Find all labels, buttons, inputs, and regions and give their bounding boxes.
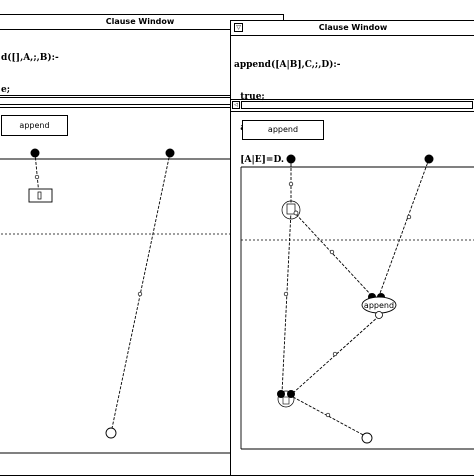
- right-clause-line-1: append([A|B],C,;,D):-: [234, 60, 341, 70]
- append-out-port: [375, 311, 383, 319]
- head-cons-port-1: [293, 210, 299, 216]
- right-bottom-open-node: [361, 432, 373, 444]
- left-window-title: Clause Window: [105, 17, 175, 26]
- bottom-unify-box: [282, 396, 290, 405]
- append-goal-label: append: [364, 301, 394, 310]
- edge-head-to-bottom: [281, 210, 292, 394]
- left-append-button[interactable]: append: [1, 115, 68, 136]
- left-append-button-label: append: [19, 121, 50, 130]
- marker-4: [283, 291, 289, 297]
- right-window-title: Clause Window: [318, 23, 388, 32]
- left-small-box-inner: [37, 191, 42, 200]
- edge-top-right-to-append: [378, 158, 430, 297]
- marker-2: [406, 214, 412, 220]
- marker-5: [332, 351, 338, 357]
- right-append-button[interactable]: append: [242, 120, 324, 140]
- right-window-titlebar[interactable]: Clause Window: [231, 21, 474, 36]
- right-horizontal-scrollbar[interactable]: [241, 101, 473, 109]
- left-top-node-1: [30, 148, 40, 158]
- right-scroll-divider: [231, 111, 474, 112]
- right-graph-canvas: append: [240, 154, 474, 450]
- right-top-node-1: [286, 154, 296, 164]
- marker-6: [325, 412, 331, 418]
- window-menu-icon[interactable]: ▽: [234, 23, 243, 32]
- edge-bottom-to-open: [292, 396, 368, 438]
- right-clause-window: Clause Window ▽ append([A|B],C,;,D):- tr…: [230, 20, 474, 476]
- left-bottom-open-node: [105, 427, 117, 439]
- left-top-node-2: [165, 148, 175, 158]
- right-append-button-label: append: [267, 125, 299, 134]
- left-mid-marker-1: [34, 174, 40, 180]
- marker-1: [288, 181, 294, 187]
- left-clause-line-2: e;: [1, 84, 11, 95]
- marker-3: [329, 249, 335, 255]
- right-text-divider: [231, 99, 474, 100]
- scroll-left-arrow-icon[interactable]: ◁: [232, 101, 240, 109]
- left-clause-line-1: d([],A,;,B):-: [1, 53, 59, 63]
- left-mid-marker-2: [137, 291, 143, 297]
- right-top-node-2: [424, 154, 434, 164]
